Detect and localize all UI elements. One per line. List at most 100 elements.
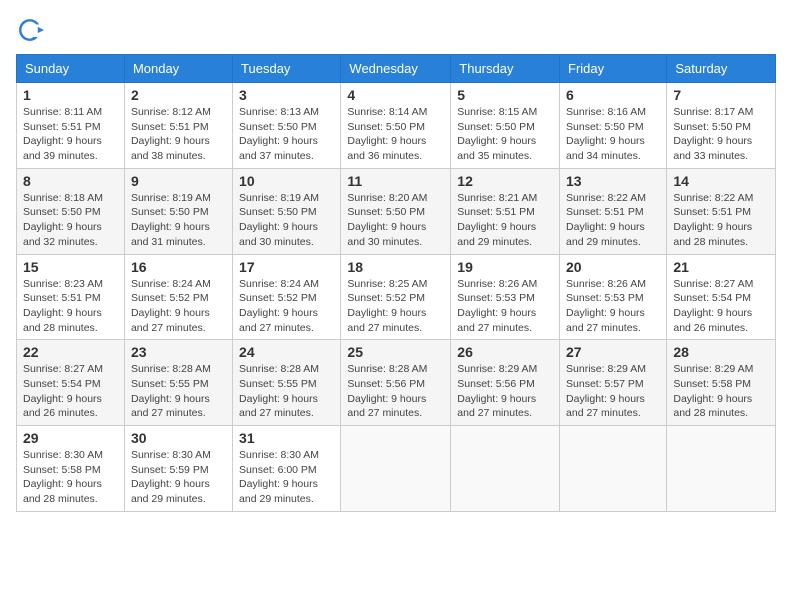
day-detail: Sunrise: 8:24 AMSunset: 5:52 PMDaylight:…: [239, 278, 319, 334]
day-number: 7: [673, 87, 769, 103]
calendar-cell: 12 Sunrise: 8:21 AMSunset: 5:51 PMDaylig…: [451, 168, 560, 254]
calendar-cell: 3 Sunrise: 8:13 AMSunset: 5:50 PMDayligh…: [233, 83, 341, 169]
calendar-cell: [341, 426, 451, 512]
day-number: 5: [457, 87, 553, 103]
calendar-cell: 6 Sunrise: 8:16 AMSunset: 5:50 PMDayligh…: [560, 83, 667, 169]
logo-icon: [16, 16, 44, 44]
day-detail: Sunrise: 8:24 AMSunset: 5:52 PMDaylight:…: [131, 278, 211, 334]
calendar-cell: 16 Sunrise: 8:24 AMSunset: 5:52 PMDaylig…: [124, 254, 232, 340]
calendar-cell: 18 Sunrise: 8:25 AMSunset: 5:52 PMDaylig…: [341, 254, 451, 340]
calendar-cell: 23 Sunrise: 8:28 AMSunset: 5:55 PMDaylig…: [124, 340, 232, 426]
day-detail: Sunrise: 8:26 AMSunset: 5:53 PMDaylight:…: [566, 278, 646, 334]
calendar-cell: 14 Sunrise: 8:22 AMSunset: 5:51 PMDaylig…: [667, 168, 776, 254]
weekday-header-sunday: Sunday: [17, 55, 125, 83]
logo: [16, 16, 48, 44]
day-detail: Sunrise: 8:26 AMSunset: 5:53 PMDaylight:…: [457, 278, 537, 334]
day-number: 19: [457, 259, 553, 275]
day-number: 10: [239, 173, 334, 189]
calendar-cell: 10 Sunrise: 8:19 AMSunset: 5:50 PMDaylig…: [233, 168, 341, 254]
calendar-cell: 29 Sunrise: 8:30 AMSunset: 5:58 PMDaylig…: [17, 426, 125, 512]
day-number: 25: [347, 344, 444, 360]
day-number: 8: [23, 173, 118, 189]
day-detail: Sunrise: 8:30 AMSunset: 5:58 PMDaylight:…: [23, 449, 103, 505]
day-detail: Sunrise: 8:11 AMSunset: 5:51 PMDaylight:…: [23, 106, 102, 162]
day-detail: Sunrise: 8:17 AMSunset: 5:50 PMDaylight:…: [673, 106, 753, 162]
day-number: 30: [131, 430, 226, 446]
calendar-cell: 9 Sunrise: 8:19 AMSunset: 5:50 PMDayligh…: [124, 168, 232, 254]
day-detail: Sunrise: 8:22 AMSunset: 5:51 PMDaylight:…: [673, 192, 753, 248]
day-detail: Sunrise: 8:28 AMSunset: 5:56 PMDaylight:…: [347, 363, 427, 419]
calendar-cell: 26 Sunrise: 8:29 AMSunset: 5:56 PMDaylig…: [451, 340, 560, 426]
day-detail: Sunrise: 8:19 AMSunset: 5:50 PMDaylight:…: [239, 192, 319, 248]
day-number: 14: [673, 173, 769, 189]
calendar-cell: 28 Sunrise: 8:29 AMSunset: 5:58 PMDaylig…: [667, 340, 776, 426]
calendar-cell: 31 Sunrise: 8:30 AMSunset: 6:00 PMDaylig…: [233, 426, 341, 512]
page-header: [16, 16, 776, 44]
day-number: 6: [566, 87, 660, 103]
day-detail: Sunrise: 8:13 AMSunset: 5:50 PMDaylight:…: [239, 106, 319, 162]
day-number: 28: [673, 344, 769, 360]
calendar-cell: 2 Sunrise: 8:12 AMSunset: 5:51 PMDayligh…: [124, 83, 232, 169]
calendar-cell: [560, 426, 667, 512]
weekday-header-tuesday: Tuesday: [233, 55, 341, 83]
calendar-week-5: 29 Sunrise: 8:30 AMSunset: 5:58 PMDaylig…: [17, 426, 776, 512]
day-detail: Sunrise: 8:29 AMSunset: 5:56 PMDaylight:…: [457, 363, 537, 419]
calendar-cell: 13 Sunrise: 8:22 AMSunset: 5:51 PMDaylig…: [560, 168, 667, 254]
day-detail: Sunrise: 8:16 AMSunset: 5:50 PMDaylight:…: [566, 106, 646, 162]
calendar-body: 1 Sunrise: 8:11 AMSunset: 5:51 PMDayligh…: [17, 83, 776, 512]
day-detail: Sunrise: 8:18 AMSunset: 5:50 PMDaylight:…: [23, 192, 103, 248]
day-number: 23: [131, 344, 226, 360]
day-number: 11: [347, 173, 444, 189]
day-number: 2: [131, 87, 226, 103]
day-number: 16: [131, 259, 226, 275]
day-number: 29: [23, 430, 118, 446]
calendar-cell: 30 Sunrise: 8:30 AMSunset: 5:59 PMDaylig…: [124, 426, 232, 512]
weekday-header-monday: Monday: [124, 55, 232, 83]
day-number: 15: [23, 259, 118, 275]
calendar-cell: 22 Sunrise: 8:27 AMSunset: 5:54 PMDaylig…: [17, 340, 125, 426]
day-detail: Sunrise: 8:29 AMSunset: 5:58 PMDaylight:…: [673, 363, 753, 419]
calendar-cell: 27 Sunrise: 8:29 AMSunset: 5:57 PMDaylig…: [560, 340, 667, 426]
day-number: 12: [457, 173, 553, 189]
calendar-header-row: SundayMondayTuesdayWednesdayThursdayFrid…: [17, 55, 776, 83]
calendar-table: SundayMondayTuesdayWednesdayThursdayFrid…: [16, 54, 776, 512]
day-number: 3: [239, 87, 334, 103]
day-detail: Sunrise: 8:12 AMSunset: 5:51 PMDaylight:…: [131, 106, 211, 162]
day-detail: Sunrise: 8:25 AMSunset: 5:52 PMDaylight:…: [347, 278, 427, 334]
day-detail: Sunrise: 8:30 AMSunset: 5:59 PMDaylight:…: [131, 449, 211, 505]
day-detail: Sunrise: 8:14 AMSunset: 5:50 PMDaylight:…: [347, 106, 427, 162]
day-number: 21: [673, 259, 769, 275]
calendar-cell: 1 Sunrise: 8:11 AMSunset: 5:51 PMDayligh…: [17, 83, 125, 169]
calendar-cell: 5 Sunrise: 8:15 AMSunset: 5:50 PMDayligh…: [451, 83, 560, 169]
day-detail: Sunrise: 8:19 AMSunset: 5:50 PMDaylight:…: [131, 192, 211, 248]
day-number: 1: [23, 87, 118, 103]
calendar-cell: 19 Sunrise: 8:26 AMSunset: 5:53 PMDaylig…: [451, 254, 560, 340]
calendar-cell: 8 Sunrise: 8:18 AMSunset: 5:50 PMDayligh…: [17, 168, 125, 254]
day-number: 27: [566, 344, 660, 360]
calendar-cell: [667, 426, 776, 512]
day-detail: Sunrise: 8:22 AMSunset: 5:51 PMDaylight:…: [566, 192, 646, 248]
calendar-cell: 7 Sunrise: 8:17 AMSunset: 5:50 PMDayligh…: [667, 83, 776, 169]
calendar-cell: 17 Sunrise: 8:24 AMSunset: 5:52 PMDaylig…: [233, 254, 341, 340]
day-detail: Sunrise: 8:21 AMSunset: 5:51 PMDaylight:…: [457, 192, 537, 248]
calendar-cell: [451, 426, 560, 512]
day-detail: Sunrise: 8:28 AMSunset: 5:55 PMDaylight:…: [131, 363, 211, 419]
day-detail: Sunrise: 8:28 AMSunset: 5:55 PMDaylight:…: [239, 363, 319, 419]
calendar-cell: 4 Sunrise: 8:14 AMSunset: 5:50 PMDayligh…: [341, 83, 451, 169]
day-detail: Sunrise: 8:29 AMSunset: 5:57 PMDaylight:…: [566, 363, 646, 419]
day-detail: Sunrise: 8:15 AMSunset: 5:50 PMDaylight:…: [457, 106, 537, 162]
calendar-cell: 11 Sunrise: 8:20 AMSunset: 5:50 PMDaylig…: [341, 168, 451, 254]
day-number: 9: [131, 173, 226, 189]
calendar-week-3: 15 Sunrise: 8:23 AMSunset: 5:51 PMDaylig…: [17, 254, 776, 340]
weekday-header-saturday: Saturday: [667, 55, 776, 83]
day-detail: Sunrise: 8:30 AMSunset: 6:00 PMDaylight:…: [239, 449, 319, 505]
weekday-header-wednesday: Wednesday: [341, 55, 451, 83]
day-number: 17: [239, 259, 334, 275]
day-number: 13: [566, 173, 660, 189]
calendar-week-1: 1 Sunrise: 8:11 AMSunset: 5:51 PMDayligh…: [17, 83, 776, 169]
day-number: 31: [239, 430, 334, 446]
calendar-cell: 24 Sunrise: 8:28 AMSunset: 5:55 PMDaylig…: [233, 340, 341, 426]
day-detail: Sunrise: 8:27 AMSunset: 5:54 PMDaylight:…: [23, 363, 103, 419]
calendar-week-2: 8 Sunrise: 8:18 AMSunset: 5:50 PMDayligh…: [17, 168, 776, 254]
calendar-cell: 25 Sunrise: 8:28 AMSunset: 5:56 PMDaylig…: [341, 340, 451, 426]
